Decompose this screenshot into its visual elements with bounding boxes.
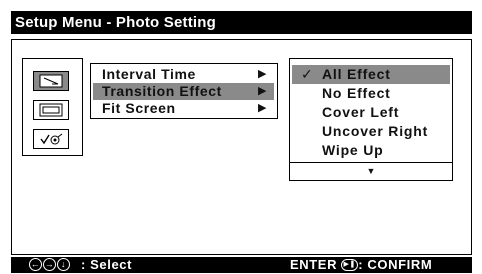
confirm-hint: ENTER ▶❚: CONFIRM — [290, 257, 432, 273]
menu-item-fit-screen[interactable]: Fit Screen ▶ — [93, 100, 274, 117]
play-pause-key-icon: ▶❚ — [341, 258, 359, 271]
transition-options-list: ✓ All Effect No Effect Cover Left Uncove… — [289, 58, 453, 181]
enter-label: ENTER — [290, 257, 338, 272]
menu-item-interval-time[interactable]: Interval Time ▶ — [93, 66, 274, 83]
footer-help-bar: ← → ↓ : Select ENTER ▶❚: CONFIRM — [11, 257, 472, 273]
right-arrow-key-icon: → — [43, 258, 56, 271]
scroll-down-icon[interactable]: ▼ — [290, 165, 452, 177]
menu-item-transition-effect[interactable]: Transition Effect ▶ — [93, 83, 274, 100]
option-label: Uncover Right — [322, 123, 429, 139]
option-uncover-right[interactable]: Uncover Right — [292, 122, 450, 141]
navigation-keys: ← → ↓ — [29, 258, 71, 274]
confirm-label: : CONFIRM — [358, 257, 433, 272]
option-label: Wipe Up — [322, 142, 384, 158]
category-tabs — [22, 58, 83, 156]
chevron-right-icon: ▶ — [257, 85, 267, 97]
option-label: No Effect — [322, 85, 391, 101]
down-arrow-key-icon: ↓ — [57, 258, 70, 271]
display-setting-tab-icon[interactable] — [33, 100, 69, 120]
option-wipe-up[interactable]: Wipe Up — [292, 141, 450, 160]
checkmark-icon: ✓ — [301, 66, 314, 82]
option-no-effect[interactable]: No Effect — [292, 84, 450, 103]
option-label: Cover Left — [322, 104, 400, 120]
settings-menu: Interval Time ▶ Transition Effect ▶ Fit … — [90, 63, 278, 119]
menu-item-label: Interval Time — [102, 66, 196, 82]
option-cover-left[interactable]: Cover Left — [292, 103, 450, 122]
divider — [290, 162, 452, 163]
page-title: Setup Menu - Photo Setting — [15, 14, 217, 31]
photo-setting-tab-icon[interactable] — [33, 71, 69, 91]
option-all-effect[interactable]: ✓ All Effect — [292, 65, 450, 84]
chevron-right-icon: ▶ — [257, 68, 267, 80]
chevron-right-icon: ▶ — [257, 102, 267, 114]
select-hint: : Select — [81, 257, 133, 272]
option-label: All Effect — [322, 66, 391, 82]
left-arrow-key-icon: ← — [29, 258, 42, 271]
title-bar: Setup Menu - Photo Setting — [11, 11, 472, 34]
menu-item-label: Transition Effect — [102, 83, 222, 99]
setup-tools-tab-icon[interactable] — [33, 129, 69, 149]
menu-item-label: Fit Screen — [102, 100, 176, 116]
